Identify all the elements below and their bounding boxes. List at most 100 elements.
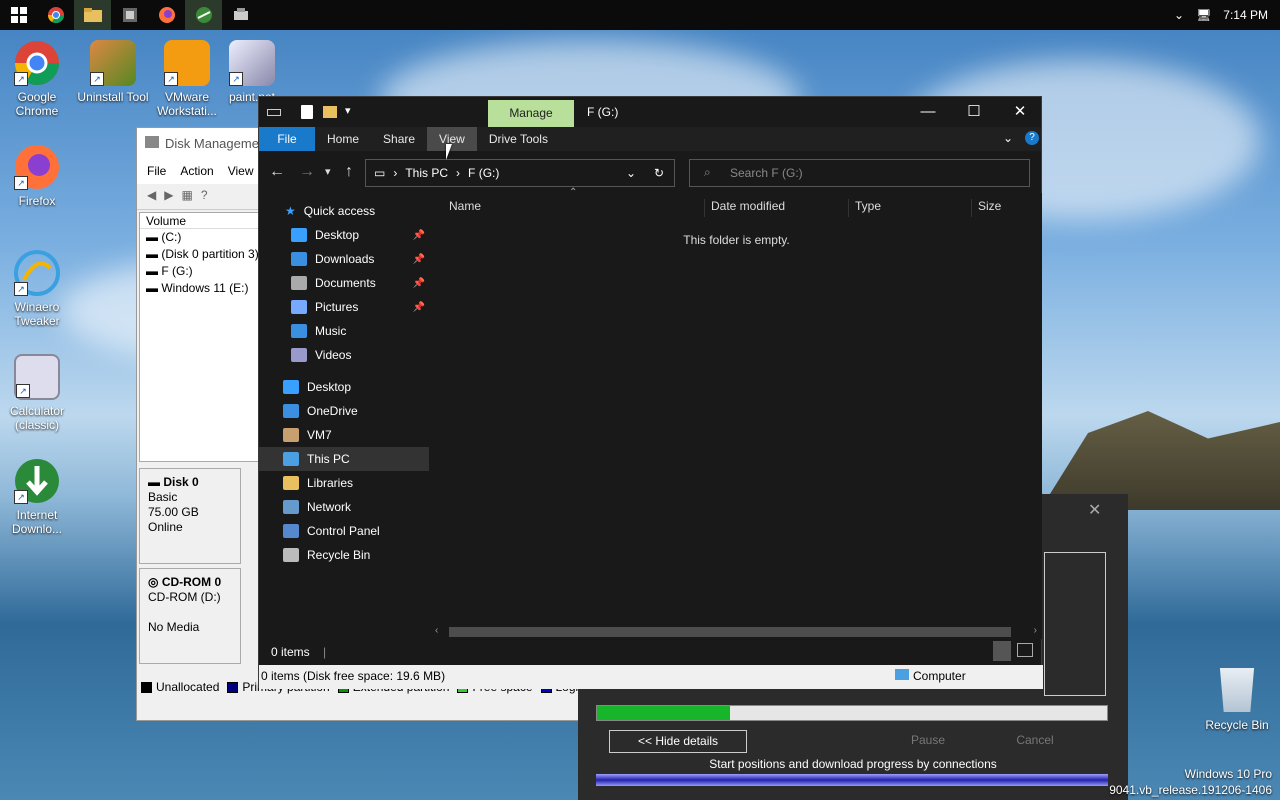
network-icon[interactable]: 🖥 — [1196, 8, 1211, 22]
winaero-icon[interactable] — [185, 0, 222, 30]
large-icons-view-icon[interactable] — [1017, 643, 1033, 657]
nav-tree-control-panel[interactable]: Control Panel — [259, 519, 429, 543]
scroll-left-icon[interactable]: ‹ — [435, 625, 438, 636]
nav-label: OneDrive — [307, 404, 358, 418]
nav-tree-network[interactable]: Network — [259, 495, 429, 519]
vmware-icon: ↗ — [164, 40, 210, 86]
tab-home[interactable]: Home — [315, 127, 371, 151]
nav-tree-desktop[interactable]: Desktop — [259, 375, 429, 399]
nav-quick-access[interactable]: ★ Quick access — [259, 199, 429, 223]
firefox-icon[interactable] — [148, 0, 185, 30]
desktop-icon-calculator[interactable]: ↗ Calculator (classic) — [0, 354, 74, 432]
chevron-up-icon[interactable]: ⌄ — [1174, 8, 1184, 22]
maximize-icon[interactable]: ☐ — [951, 97, 997, 127]
windows-start-icon[interactable] — [0, 0, 37, 30]
nav-quick-videos[interactable]: Videos — [259, 343, 429, 367]
ribbon-tabs: File Home Share View Drive Tools ⌄ ? — [259, 127, 1041, 151]
pin-icon[interactable]: 📌 — [413, 302, 425, 313]
up-arrow-icon[interactable]: ↑ — [345, 163, 353, 181]
breadcrumb-this-pc[interactable]: This PC — [405, 166, 448, 180]
details-view-icon[interactable] — [993, 641, 1011, 661]
nav-tree-onedrive[interactable]: OneDrive — [259, 399, 429, 423]
cancel-button[interactable]: Cancel — [995, 730, 1075, 753]
scrollbar-thumb[interactable] — [449, 627, 1011, 637]
address-dropdown-icon[interactable]: ⌄ — [626, 166, 636, 180]
chrome-icon[interactable] — [37, 0, 74, 30]
desktop-icon-recycle-bin[interactable]: Recycle Bin — [1200, 668, 1274, 732]
tab-share[interactable]: Share — [371, 127, 427, 151]
address-bar[interactable]: ▭ › This PC › F (G:) ⌄ ↻ — [365, 159, 675, 187]
desktop-icon-vmware[interactable]: ↗ VMware Workstati... — [150, 40, 224, 118]
pause-button[interactable]: Pause — [888, 730, 968, 753]
nav-tree-recycle-bin[interactable]: Recycle Bin — [259, 543, 429, 567]
file-list: ⌃ Name Date modified Type Size This fold… — [431, 187, 1042, 639]
column-date-modified[interactable]: Date modified — [704, 199, 785, 217]
menu-view[interactable]: View — [228, 164, 254, 178]
column-size[interactable]: Size — [971, 199, 1001, 217]
scroll-right-icon[interactable]: › — [1034, 625, 1037, 636]
nav-label: Downloads — [315, 252, 375, 266]
file-explorer-icon[interactable] — [74, 0, 111, 30]
pin-icon[interactable]: 📌 — [413, 230, 425, 241]
expand-ribbon-icon[interactable]: ⌄ — [1003, 131, 1013, 145]
nav-quick-desktop[interactable]: Desktop 📌 — [259, 223, 429, 247]
nav-quick-music[interactable]: Music — [259, 319, 429, 343]
drive-status-bar: 0 items (Disk free space: 19.6 MB) Compu… — [259, 665, 1043, 689]
refresh-icon[interactable]: ↻ — [654, 166, 664, 180]
minimize-icon[interactable]: — — [905, 97, 951, 127]
nav-quick-documents[interactable]: Documents 📌 — [259, 271, 429, 295]
download-progress-fill — [597, 706, 730, 720]
onedrive-icon — [283, 404, 299, 418]
taskbar: ⌄ 🖥 7:14 PM — [0, 0, 1280, 30]
disk-management-icon — [145, 136, 159, 148]
cdrom-0-info[interactable]: ◎ CD-ROM 0 CD-ROM (D:) No Media — [139, 568, 241, 664]
clock[interactable]: 7:14 PM — [1223, 8, 1268, 22]
menu-action[interactable]: Action — [180, 164, 213, 178]
app-icon[interactable] — [111, 0, 148, 30]
help-icon[interactable]: ? — [1025, 131, 1039, 145]
chevron-down-icon[interactable]: ▾ — [345, 104, 351, 117]
recent-locations-icon[interactable]: ▾ — [325, 165, 331, 178]
nav-quick-pictures[interactable]: Pictures 📌 — [259, 295, 429, 319]
help-icon[interactable]: ? — [201, 188, 208, 205]
desktop-icon-idm[interactable]: ↗ Internet Downlo... — [0, 458, 74, 536]
nav-tree-vm7[interactable]: VM7 — [259, 423, 429, 447]
close-icon[interactable]: ✕ — [997, 97, 1043, 127]
desktop-icon-chrome[interactable]: ↗ Google Chrome — [0, 40, 74, 118]
recycle-bin-icon — [1219, 668, 1255, 712]
pin-icon[interactable]: 📌 — [413, 254, 425, 265]
horizontal-scrollbar[interactable]: ‹ › — [431, 625, 1041, 639]
forward-icon[interactable]: ▶ — [164, 188, 173, 205]
pin-icon[interactable]: 📌 — [413, 278, 425, 289]
breadcrumb-drive[interactable]: F (G:) — [468, 166, 499, 180]
nav-quick-downloads[interactable]: Downloads 📌 — [259, 247, 429, 271]
app-icon-2[interactable] — [222, 0, 259, 30]
desktop-icon-uninstall-tool[interactable]: ↗ Uninstall Tool — [76, 40, 150, 104]
back-icon[interactable]: ◀ — [147, 188, 156, 205]
properties-icon[interactable] — [301, 105, 313, 119]
nav-tree-this-pc[interactable]: This PC — [259, 447, 429, 471]
desktop-icon-label: Winaero Tweaker — [14, 300, 60, 328]
nav-label: Network — [307, 500, 352, 514]
cdrom-name: ◎ CD-ROM 0 — [148, 575, 222, 589]
nav-tree-libraries[interactable]: Libraries — [259, 471, 429, 495]
desktop-icon-winaero[interactable]: ↗ Winaero Tweaker — [0, 250, 74, 328]
properties-icon[interactable]: ▦ — [181, 188, 192, 205]
new-folder-icon[interactable] — [323, 106, 337, 118]
nav-label: Control Panel — [307, 524, 380, 538]
tab-file[interactable]: File — [259, 127, 315, 151]
forward-arrow-icon[interactable]: → — [299, 163, 315, 181]
manage-context-tab[interactable]: Manage — [488, 100, 574, 127]
back-arrow-icon[interactable]: ← — [269, 163, 285, 181]
close-icon[interactable]: ✕ — [1088, 500, 1101, 520]
desktop-icon-label: Recycle Bin — [1205, 718, 1269, 732]
column-name[interactable]: Name — [443, 199, 481, 217]
search-input[interactable]: ⌕ Search F (G:) — [689, 159, 1030, 187]
desktop-icon-firefox[interactable]: ↗ Firefox — [0, 144, 74, 208]
menu-file[interactable]: File — [147, 164, 166, 178]
tab-drive-tools[interactable]: Drive Tools — [477, 127, 560, 151]
desktop-icon-paint-net[interactable]: ↗ paint.net — [222, 40, 282, 104]
disk-0-info[interactable]: ▬ Disk 0 Basic 75.00 GB Online — [139, 468, 241, 564]
column-type[interactable]: Type — [848, 199, 881, 217]
hide-details-button[interactable]: << Hide details — [609, 730, 747, 753]
